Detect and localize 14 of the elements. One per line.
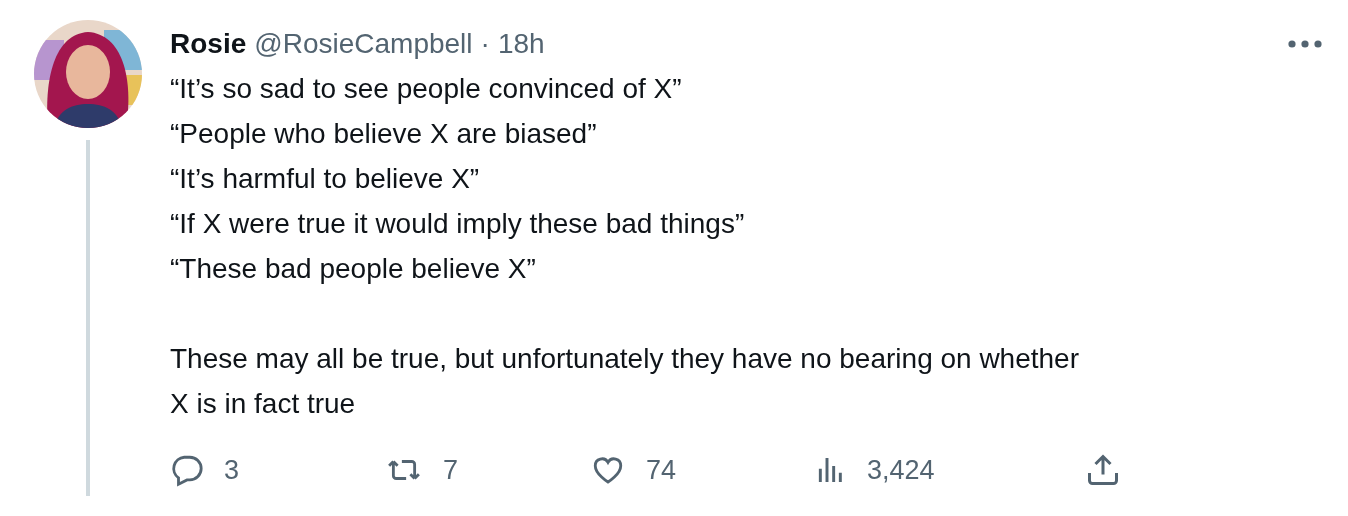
views-button[interactable]: 3,424 bbox=[815, 453, 935, 487]
reply-button[interactable]: 3 bbox=[170, 453, 240, 487]
tweet-text: These may all be true, but unfortunately they have no bearing on whether X is in fact true bbox=[170, 342, 1080, 421]
timestamp[interactable]: 18h bbox=[497, 28, 545, 60]
like-button[interactable]: 74 bbox=[590, 453, 677, 487]
speech-bubble-icon bbox=[170, 453, 204, 487]
tweet-text: “It’s so sad to see people convinced of X” “People who believe X are biased” “It’s harmful to believe X” “If X were true it would imply these bad things” “These bad people believe X” bbox=[170, 72, 746, 286]
author-name[interactable]: Rosie bbox=[170, 28, 247, 60]
retweet-button[interactable]: 7 bbox=[385, 453, 459, 487]
share-icon bbox=[1085, 452, 1121, 488]
author-handle[interactable]: @RosieCampbell bbox=[254, 28, 473, 60]
separator-dot: · bbox=[480, 28, 490, 60]
share-button[interactable] bbox=[1085, 452, 1121, 488]
more-icon[interactable] bbox=[1288, 40, 1322, 48]
